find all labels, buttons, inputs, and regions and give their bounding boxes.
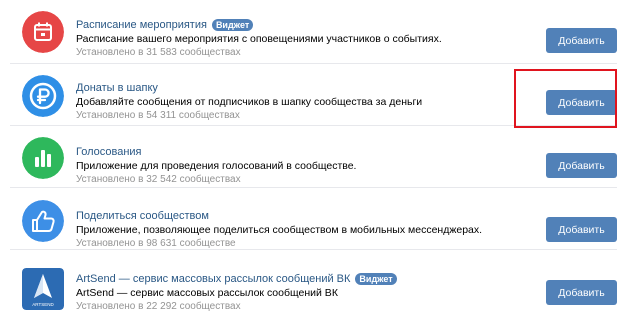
app-installed-count: Установлено в 98 631 сообществе — [76, 238, 236, 249]
app-info: Расписание мероприятия Виджет Расписание… — [76, 17, 527, 59]
add-button[interactable]: Добавить — [546, 28, 617, 53]
app-row-polls: Голосования Приложение для проведения го… — [10, 126, 617, 188]
app-description: Приложение для проведения голосований в … — [76, 160, 357, 172]
app-row-event-schedule: Расписание мероприятия Виджет Расписание… — [10, 0, 617, 64]
widget-badge: Виджет — [211, 18, 254, 31]
app-row-donations-header: Донаты в шапку Добавляйте сообщения от п… — [10, 64, 617, 126]
app-info: Донаты в шапку Добавляйте сообщения от п… — [76, 80, 527, 122]
ruble-coin-icon[interactable] — [22, 75, 64, 117]
app-title[interactable]: Донаты в шапку — [76, 82, 158, 94]
app-description: Приложение, позволяющее поделиться сообщ… — [76, 224, 483, 236]
app-installed-count: Установлено в 32 542 сообществах — [76, 174, 241, 185]
app-row-share-community: Поделиться сообществом Приложение, позво… — [10, 188, 617, 250]
app-info: ArtSend — сервис массовых рассылок сообщ… — [76, 271, 527, 313]
widget-badge: Виджет — [355, 272, 397, 285]
app-installed-count: Установлено в 22 292 сообществах — [76, 301, 241, 312]
apps-list: Расписание мероприятия Виджет Расписание… — [10, 0, 617, 313]
app-title[interactable]: Расписание мероприятия — [76, 19, 207, 31]
add-button[interactable]: Добавить — [546, 153, 617, 178]
add-button[interactable]: Добавить — [546, 217, 617, 242]
artsend-logo-icon[interactable]: ARTSEND — [22, 268, 64, 310]
app-info: Поделиться сообществом Приложение, позво… — [76, 208, 527, 250]
artsend-logo-text: ARTSEND — [32, 302, 54, 307]
calendar-icon[interactable] — [22, 11, 64, 53]
app-description: Добавляйте сообщения от подписчиков в ша… — [76, 96, 423, 108]
app-row-artsend: ARTSEND ArtSend — сервис массовых рассыл… — [10, 250, 617, 313]
app-installed-count: Установлено в 31 583 сообществах — [76, 47, 241, 58]
app-description: ArtSend — сервис массовых рассылок сообщ… — [76, 287, 338, 299]
app-title[interactable]: Голосования — [76, 146, 142, 158]
add-button[interactable]: Добавить — [546, 280, 617, 305]
app-title[interactable]: Поделиться сообществом — [76, 210, 209, 222]
app-description: Расписание вашего мероприятия с оповещен… — [76, 33, 442, 45]
thumbs-up-icon[interactable] — [22, 200, 64, 242]
add-button[interactable]: Добавить — [546, 90, 617, 115]
app-info: Голосования Приложение для проведения го… — [76, 144, 527, 186]
app-installed-count: Установлено в 54 311 сообществах — [76, 110, 240, 121]
app-title[interactable]: ArtSend — сервис массовых рассылок сообщ… — [76, 273, 350, 285]
bar-chart-icon[interactable] — [22, 137, 64, 179]
